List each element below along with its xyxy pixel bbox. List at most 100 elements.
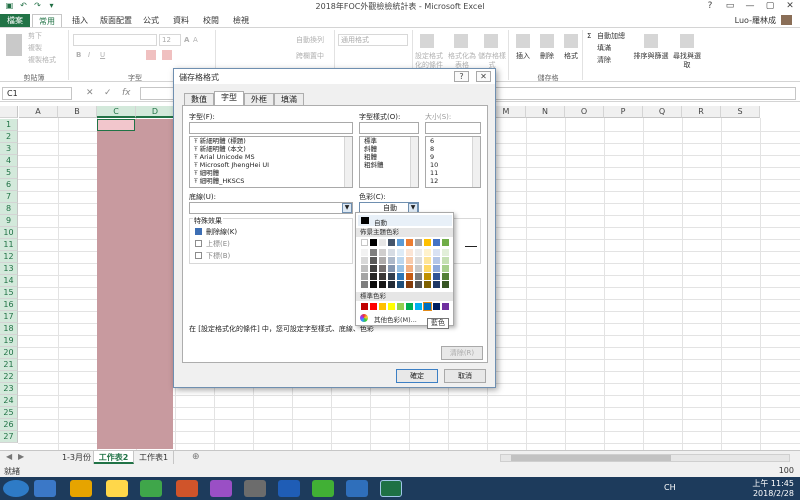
dialog-help-button[interactable]: ? (454, 71, 469, 82)
clock[interactable]: 上午 11:45 2018/2/28 (752, 479, 794, 499)
theme-color-swatch[interactable] (442, 273, 449, 280)
next-sheet-icon[interactable]: ▶ (18, 452, 24, 461)
file-explorer-icon[interactable] (70, 480, 92, 497)
clear-button[interactable]: 清除 (597, 56, 611, 65)
theme-color-swatch[interactable] (370, 273, 377, 280)
theme-color-swatch[interactable] (424, 265, 431, 272)
column-header-b[interactable]: B (58, 106, 97, 118)
standard-color-swatch[interactable] (388, 303, 395, 310)
theme-color-swatch[interactable] (397, 257, 404, 264)
font-input[interactable] (189, 122, 353, 134)
font-name-box[interactable] (73, 34, 157, 46)
column-header-p[interactable]: P (604, 106, 643, 118)
theme-color-swatch[interactable] (424, 257, 431, 264)
prev-sheet-icon[interactable]: ◀ (6, 452, 12, 461)
tab-insert[interactable]: 插入 (66, 14, 94, 27)
standard-color-swatch[interactable] (415, 303, 422, 310)
format-cells-icon[interactable] (564, 34, 578, 48)
column-header-r[interactable]: R (682, 106, 721, 118)
standard-color-swatch[interactable] (379, 303, 386, 310)
theme-color-swatch[interactable] (388, 257, 395, 264)
theme-color-swatch[interactable] (370, 249, 377, 256)
row-header-8[interactable]: 8 (0, 203, 18, 215)
font-list-item[interactable]: 新細明體 (本文) (190, 145, 352, 153)
theme-color-swatch[interactable] (361, 265, 368, 272)
theme-color-swatch[interactable] (424, 249, 431, 256)
theme-color-swatch[interactable] (415, 239, 422, 246)
row-header-23[interactable]: 23 (0, 383, 18, 395)
bold-icon[interactable]: B (76, 51, 81, 60)
insert-function-icon[interactable]: fx (122, 88, 131, 98)
app-icon[interactable] (140, 480, 162, 497)
theme-color-swatch[interactable] (388, 281, 395, 288)
row-header-18[interactable]: 18 (0, 323, 18, 335)
theme-color-swatch[interactable] (397, 239, 404, 246)
font-list-item[interactable]: 新細明體 (標題) (190, 137, 352, 145)
fill-color-icon[interactable] (146, 50, 156, 60)
number-format-select[interactable]: 通用格式 (338, 34, 408, 46)
superscript-checkbox[interactable] (195, 240, 202, 247)
theme-color-swatch[interactable] (388, 239, 395, 246)
find-select-icon[interactable] (680, 34, 694, 48)
standard-color-swatch[interactable] (361, 303, 368, 310)
merge-center-button[interactable]: 跨欄置中 (296, 52, 324, 61)
tab-home[interactable]: 常用 (32, 14, 62, 27)
copy-button[interactable]: 複製 (28, 44, 42, 53)
row-header-19[interactable]: 19 (0, 335, 18, 347)
fox-icon[interactable] (176, 480, 198, 497)
shrink-font-icon[interactable]: A (193, 36, 198, 45)
save-icon[interactable]: ▣ (4, 1, 15, 11)
row-header-15[interactable]: 15 (0, 287, 18, 299)
column-header-c[interactable]: C (97, 106, 136, 118)
select-all-corner[interactable] (0, 106, 18, 118)
sheet-tab-2[interactable]: 工作表2 (94, 451, 134, 464)
sort-filter-icon[interactable] (644, 34, 658, 48)
column-header-d[interactable]: D (136, 106, 175, 118)
theme-color-swatch[interactable] (361, 281, 368, 288)
grow-font-icon[interactable]: A (184, 36, 189, 45)
font-list-item[interactable]: Microsoft JhengHei UI (190, 161, 352, 169)
strikethrough-checkbox[interactable] (195, 228, 202, 235)
theme-color-swatch[interactable] (433, 281, 440, 288)
format-cells-button[interactable]: 格式 (564, 52, 578, 61)
standard-color-swatch[interactable] (397, 303, 404, 310)
horizontal-scrollbar[interactable] (500, 454, 790, 462)
row-header-7[interactable]: 7 (0, 191, 18, 203)
theme-color-swatch[interactable] (415, 281, 422, 288)
theme-color-swatch[interactable] (379, 239, 386, 246)
row-header-5[interactable]: 5 (0, 167, 18, 179)
standard-color-swatch[interactable] (423, 302, 432, 311)
theme-color-swatch[interactable] (379, 257, 386, 264)
theme-color-swatch[interactable] (388, 273, 395, 280)
ribbon-display-icon[interactable]: ▭ (720, 0, 740, 12)
tab-review[interactable]: 校閱 (198, 14, 224, 27)
theme-color-swatch[interactable] (361, 273, 368, 280)
font-style-list[interactable]: 標準 斜體 粗體 粗斜體 (359, 136, 419, 188)
theme-color-swatch[interactable] (361, 249, 368, 256)
theme-color-swatch[interactable] (406, 257, 413, 264)
maximize-button[interactable]: ▢ (760, 0, 780, 12)
theme-color-swatch[interactable] (424, 273, 431, 280)
theme-color-swatch[interactable] (442, 239, 449, 246)
outlook-icon[interactable] (278, 480, 300, 497)
theme-color-swatch[interactable] (397, 273, 404, 280)
theme-color-swatch[interactable] (379, 249, 386, 256)
theme-color-swatch[interactable] (442, 249, 449, 256)
theme-color-swatch[interactable] (370, 265, 377, 272)
wechat-icon[interactable] (312, 480, 334, 497)
delete-cells-button[interactable]: 刪除 (540, 52, 554, 61)
theme-color-swatch[interactable] (379, 273, 386, 280)
subscript-checkbox[interactable] (195, 252, 202, 259)
font-color-icon[interactable] (162, 50, 172, 60)
theme-color-swatch[interactable] (370, 257, 377, 264)
media-player-icon[interactable] (244, 480, 266, 497)
theme-color-swatch[interactable] (424, 239, 431, 246)
more-colors-option[interactable]: 其他色彩(M)... (374, 314, 417, 324)
theme-color-swatch[interactable] (406, 239, 413, 246)
underline-select[interactable] (189, 202, 353, 214)
theme-color-swatch[interactable] (424, 281, 431, 288)
active-cell[interactable] (97, 119, 135, 131)
ie-icon[interactable] (34, 480, 56, 497)
folder-icon[interactable] (106, 480, 128, 497)
underline-icon[interactable]: U (100, 51, 105, 60)
